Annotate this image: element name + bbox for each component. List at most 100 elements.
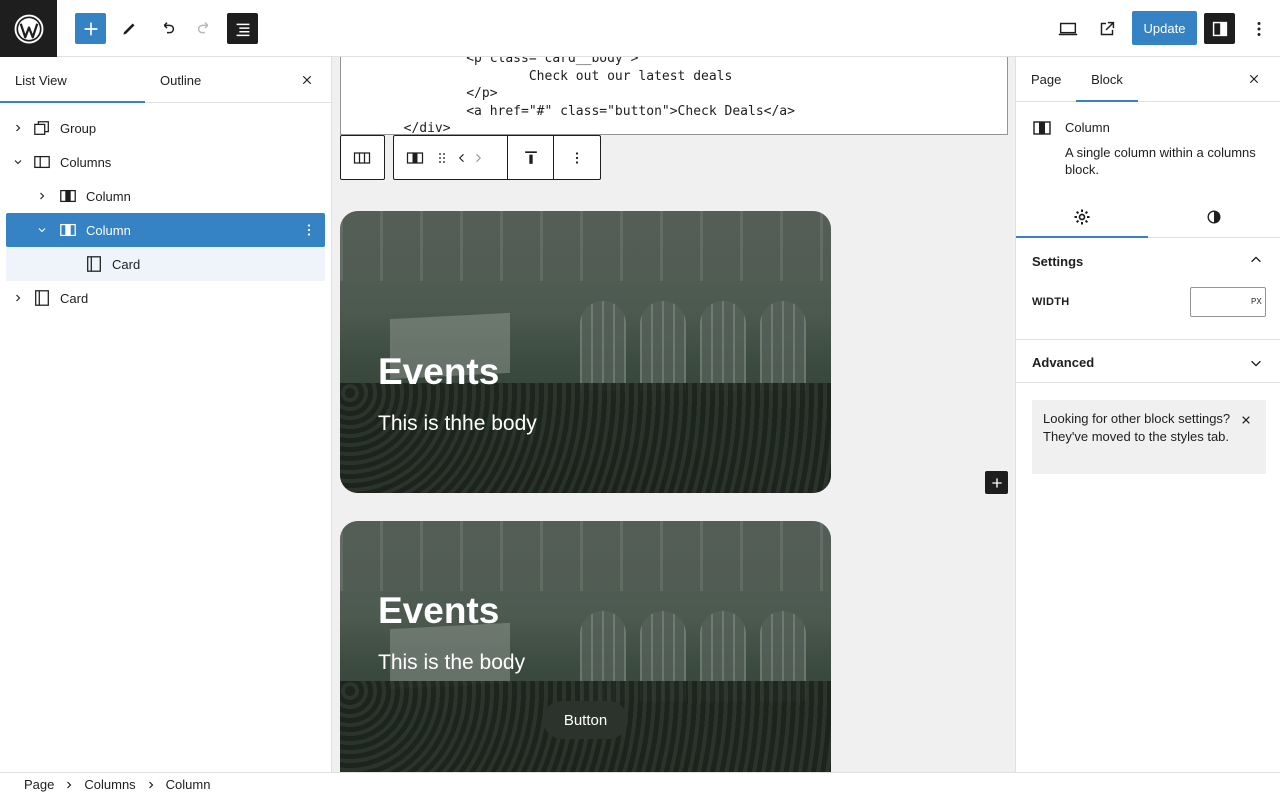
card-block[interactable]: Events This is the body Button [340, 521, 831, 772]
card-icon [32, 288, 52, 308]
styles-moved-notice: Looking for other block settings? They'v… [1032, 400, 1266, 474]
tab-list-view[interactable]: List View [0, 57, 145, 103]
block-name: Column [1065, 120, 1110, 135]
code-line: <p class="card__body"> [341, 57, 639, 66]
width-unit[interactable]: PX [1251, 297, 1262, 306]
settings-section-title[interactable]: Settings [1032, 254, 1083, 269]
card-block[interactable]: Events This is thhe body [340, 211, 831, 493]
sidebar-icon [1212, 21, 1227, 36]
chevron-down-icon[interactable] [1248, 355, 1264, 371]
list-item-label: Column [86, 188, 131, 204]
code-line: Check out our latest deals [341, 68, 733, 84]
chevron-right-icon [136, 779, 166, 791]
editor-header: Update [0, 0, 1280, 57]
plus-icon [84, 22, 97, 35]
close-icon[interactable] [1238, 412, 1254, 428]
undo-button[interactable] [151, 13, 182, 44]
card-title[interactable]: Events [378, 351, 499, 393]
move-left-icon[interactable] [454, 141, 470, 175]
move-right-icon[interactable] [470, 141, 486, 175]
desktop-icon [1058, 22, 1077, 35]
list-item-column[interactable]: Column [6, 179, 325, 213]
card-body[interactable]: This is the body [378, 651, 525, 675]
gear-icon [1074, 209, 1090, 224]
list-view-panel: List View Outline Group Columns Column C… [0, 57, 332, 772]
width-label: WIDTH [1032, 296, 1070, 308]
code-line: </p> [341, 86, 498, 101]
advanced-section-title[interactable]: Advanced [1032, 355, 1094, 370]
breadcrumb: Page Columns Column [0, 772, 1280, 796]
card-image-crowd [340, 383, 831, 493]
redo-button[interactable] [189, 13, 220, 44]
close-icon[interactable] [1244, 69, 1264, 89]
code-line: <a href="#" class="button">Check Deals</… [341, 103, 795, 119]
settings-sidebar: Page Block Column A single column within… [1015, 57, 1280, 772]
list-item-card[interactable]: Card [6, 247, 325, 281]
list-view-tabs: List View Outline [0, 57, 331, 103]
wordpress-logo-icon[interactable] [0, 0, 57, 57]
options-button[interactable] [1243, 13, 1274, 44]
styles-icon [1207, 210, 1221, 223]
advanced-section: Advanced [1016, 340, 1280, 383]
align-top-icon[interactable] [514, 141, 547, 175]
chevron-right-icon [54, 779, 84, 791]
settings-tabs: Page Block [1016, 57, 1280, 102]
card-image-window [640, 301, 686, 391]
more-vertical-icon[interactable] [560, 141, 594, 175]
external-link-icon [1100, 21, 1114, 35]
list-item-label: Column [86, 222, 131, 238]
card-image-ceiling [340, 521, 831, 591]
settings-toggle-button[interactable] [1204, 13, 1235, 44]
pencil-icon [123, 23, 134, 34]
card-icon [84, 254, 104, 274]
block-description: A single column within a columns block. [1065, 145, 1256, 177]
list-item-column-selected[interactable]: Column [6, 213, 325, 247]
list-view-icon [236, 23, 249, 36]
breadcrumb-item-column[interactable]: Column [166, 777, 211, 792]
code-line: </div> [341, 121, 451, 135]
block-inspector-tabs [1016, 195, 1280, 238]
list-item-columns[interactable]: Columns [6, 145, 325, 179]
columns-icon[interactable] [345, 141, 379, 175]
card-button[interactable]: Button [543, 701, 628, 739]
chevron-right-icon[interactable] [10, 290, 26, 306]
more-vertical-icon[interactable] [299, 220, 319, 240]
chevron-right-icon[interactable] [10, 120, 26, 136]
card-image-ceiling [340, 211, 831, 281]
tab-block[interactable]: Block [1076, 57, 1138, 102]
card-body[interactable]: This is thhe body [378, 412, 537, 436]
document-overview-button[interactable] [227, 13, 258, 44]
list-item-label: Card [112, 256, 141, 272]
block-inserter-button[interactable] [75, 13, 106, 44]
column-icon [58, 220, 78, 240]
list-item-label: Card [60, 290, 89, 306]
html-code-editor[interactable]: <p class="card__body"> Check out our lat… [340, 57, 1008, 135]
view-page-button[interactable] [1091, 13, 1122, 44]
chevron-right-icon[interactable] [34, 188, 50, 204]
editor-canvas[interactable]: <p class="card__body"> Check out our lat… [332, 57, 1015, 772]
list-item-label: Group [60, 120, 97, 136]
preview-button[interactable] [1052, 13, 1083, 44]
column-icon[interactable] [400, 141, 430, 175]
add-block-button[interactable] [985, 471, 1008, 494]
card-title[interactable]: Events [378, 590, 499, 632]
close-icon[interactable] [297, 70, 317, 90]
tab-styles[interactable] [1148, 195, 1280, 238]
tab-settings[interactable] [1016, 195, 1148, 238]
update-button[interactable]: Update [1132, 11, 1197, 45]
block-toolbar [393, 135, 601, 180]
group-icon [32, 118, 52, 138]
tools-button[interactable] [113, 13, 144, 44]
chevron-down-icon[interactable] [10, 154, 26, 170]
column-icon [58, 186, 78, 206]
drag-handle-icon[interactable] [430, 141, 454, 175]
tab-outline[interactable]: Outline [145, 57, 290, 103]
list-item-group[interactable]: Group [6, 111, 325, 145]
tab-page[interactable]: Page [1016, 57, 1076, 102]
breadcrumb-item-columns[interactable]: Columns [84, 777, 135, 792]
list-item-card[interactable]: Card [6, 281, 325, 315]
chevron-down-icon[interactable] [34, 222, 50, 238]
card-image-window [700, 301, 746, 391]
chevron-up-icon[interactable] [1248, 252, 1264, 268]
breadcrumb-item-page[interactable]: Page [24, 777, 54, 792]
